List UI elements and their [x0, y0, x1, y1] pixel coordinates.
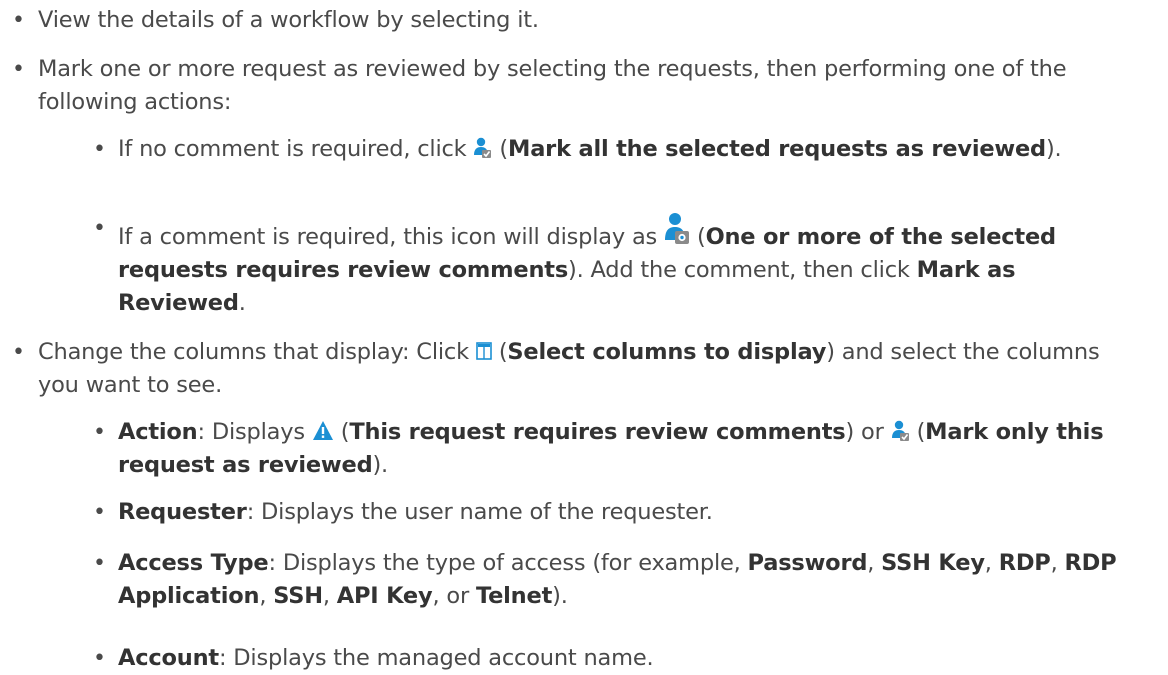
warning-icon: [312, 421, 333, 440]
bullet: •: [93, 420, 106, 445]
bold-term: Access Type: [118, 550, 269, 576]
bold-term: Select columns to display: [507, 339, 827, 365]
list-item: • If a comment is required, this icon wi…: [93, 212, 1148, 320]
list-item: • Action: Displays (This request require…: [93, 416, 1148, 482]
bold-term: This request requires review comments: [349, 419, 846, 445]
bullet: •: [93, 137, 106, 162]
bullet: •: [12, 8, 25, 33]
bold-term: Mark all the selected requests as review…: [508, 136, 1046, 162]
review-comments-required-icon: [664, 212, 690, 246]
list-item: • Change the columns that display: Click…: [12, 336, 1138, 402]
list-item: • Mark one or more request as reviewed b…: [12, 53, 1138, 119]
list-item: • If no comment is required, click (Mark…: [93, 133, 1148, 166]
bullet: •: [93, 500, 106, 525]
help-document: • View the details of a workflow by sele…: [0, 0, 1168, 674]
list-item: • Access Type: Displays the type of acce…: [93, 547, 1148, 613]
bold-term: Requester: [118, 499, 247, 525]
bullet: •: [93, 646, 106, 671]
columns-icon: [476, 342, 492, 360]
mark-reviewed-user-icon: [473, 137, 492, 159]
bullet: •: [12, 340, 25, 365]
bold-term: Account: [118, 645, 219, 671]
mark-reviewed-user-icon: [891, 420, 910, 442]
bullet: •: [93, 551, 106, 576]
bullet: •: [93, 216, 106, 241]
list-item: • View the details of a workflow by sele…: [12, 4, 1138, 37]
list-item: • Account: Displays the managed account …: [93, 642, 1148, 675]
bold-term: Action: [118, 419, 198, 445]
item-text: View the details of a workflow by select…: [38, 7, 539, 33]
list-item: • Requester: Displays the user name of t…: [93, 496, 1148, 529]
bullet: •: [12, 57, 25, 82]
item-text: Mark one or more request as reviewed by …: [38, 56, 1067, 115]
